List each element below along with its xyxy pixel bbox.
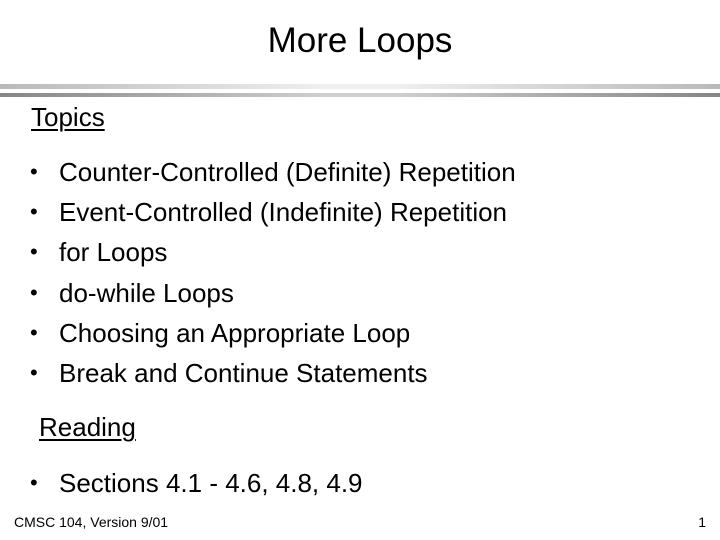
title-divider-top: [0, 84, 720, 89]
topic-text: do-while Loops: [59, 277, 234, 308]
topic-text: for Loops: [59, 237, 168, 268]
footer-page-number: 1: [698, 514, 706, 530]
topic-text: Break and Continue Statements: [59, 357, 428, 388]
bullet-icon: •: [30, 159, 38, 184]
bullet-icon: •: [30, 199, 38, 225]
slide-title: More Loops: [267, 21, 453, 60]
bullet-icon: •: [30, 319, 38, 345]
footer-course-label: CMSC 104, Version 9/01: [14, 514, 169, 530]
bullet-icon: •: [30, 359, 38, 385]
title-divider-bottom: [0, 93, 720, 97]
bullet-icon: •: [30, 279, 38, 305]
bullet-icon: •: [30, 470, 38, 495]
topic-text: Event-Controlled (Indefinite) Repetition: [59, 197, 508, 228]
reading-heading: Reading: [39, 412, 136, 442]
bullet-icon: •: [30, 239, 38, 265]
reading-text: Sections 4.1 - 4.6, 4.8, 4.9: [59, 468, 363, 498]
topic-text: Counter-Controlled (Definite) Repetition: [59, 157, 516, 187]
topic-text: Choosing an Appropriate Loop: [59, 317, 411, 348]
topics-heading: Topics: [31, 102, 105, 132]
